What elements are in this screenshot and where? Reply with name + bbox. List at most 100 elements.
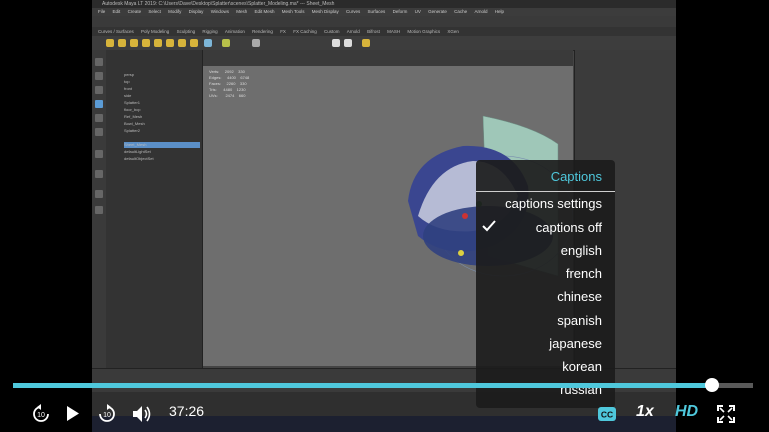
caption-language-spanish[interactable]: spanish — [557, 313, 602, 328]
outliner-item: side — [124, 93, 132, 98]
shelf-tool-icon — [118, 39, 126, 47]
outliner-item: defaultLightSet — [124, 149, 151, 154]
play-icon[interactable] — [66, 405, 80, 422]
caption-language-korean[interactable]: korean — [562, 359, 602, 374]
shelf-tool-icon — [344, 39, 352, 47]
shelf-tab: Rendering — [252, 29, 273, 34]
scale-tool-icon — [95, 128, 103, 136]
shelf-tool-icon — [130, 39, 138, 47]
shelf-tab: FX Caching — [293, 29, 317, 34]
cc-icon[interactable]: CC — [597, 406, 617, 422]
maya-menu-item: Create — [127, 9, 142, 14]
maya-menu-item: Edit Mesh — [254, 9, 275, 14]
shelf-tab: FX — [280, 29, 286, 34]
playback-speed-button[interactable]: 1x — [636, 403, 654, 421]
maya-title-bar: Autodesk Maya LT 2019: C:\Users\Dave\Des… — [92, 0, 676, 8]
shelf-tab: Animation — [224, 29, 245, 34]
shelf-tool-icon — [204, 39, 212, 47]
progress-handle[interactable] — [705, 378, 720, 392]
maya-menu-item: Mesh — [236, 9, 248, 14]
shelf-tool-icon — [166, 39, 174, 47]
paint-tool-icon — [95, 86, 103, 94]
shelf-tab: Motion Graphics — [407, 29, 441, 34]
shelf-tool-icon — [190, 39, 198, 47]
progress-bar-fill — [13, 383, 713, 388]
maya-menu-item: Mesh Tools — [281, 9, 305, 14]
shelf-tab: Custom — [324, 29, 340, 34]
shelf-tool-icon — [178, 39, 186, 47]
captions-menu: Captions captions settings captions off … — [476, 160, 615, 408]
captions-off-item[interactable]: captions off — [536, 220, 602, 235]
shelf-tab: XGen — [447, 29, 459, 34]
outliner-item: Ref_Mesh — [124, 114, 143, 119]
layout-icon — [95, 170, 103, 178]
forward-10-icon[interactable]: 10 — [97, 404, 117, 424]
shelf-tab: Curves / Surfaces — [98, 29, 134, 34]
caption-language-english[interactable]: english — [561, 243, 602, 258]
shelf-tab: Bifrost — [367, 29, 380, 34]
maya-menu-bar: File Edit Create Select Modify Display W… — [92, 8, 676, 16]
maya-menu-item: Deform — [392, 9, 408, 14]
rewind-10-icon[interactable]: 10 — [31, 404, 51, 424]
captions-menu-header: Captions — [476, 160, 615, 192]
caption-language-french[interactable]: french — [566, 266, 602, 281]
maya-menu-item: File — [98, 9, 106, 14]
rotate-tool-icon — [95, 114, 103, 122]
shelf-tool-icon — [332, 39, 340, 47]
maya-menu-item: Select — [148, 9, 161, 14]
maya-menu-item: Modify — [168, 9, 182, 14]
captions-settings-item[interactable]: captions settings — [505, 196, 602, 211]
volume-icon[interactable] — [132, 405, 152, 423]
shelf-tab: Poly Modeling — [141, 29, 170, 34]
maya-menu-item: Surfaces — [367, 9, 386, 14]
maya-menu-item: Help — [494, 9, 504, 14]
layout-icon — [95, 206, 103, 214]
svg-text:10: 10 — [37, 412, 45, 419]
outliner-item: Splatter1 — [124, 100, 141, 105]
shelf-tool-icon — [362, 39, 370, 47]
layout-icon — [95, 190, 103, 198]
outliner-item: front — [124, 86, 133, 91]
move-tool-icon — [95, 100, 103, 108]
shelf-tab: Rigging — [202, 29, 218, 34]
maya-menu-item: Windows — [210, 9, 229, 14]
captions-menu-title: Captions — [550, 169, 602, 184]
shelf-tool-icon — [142, 39, 150, 47]
caption-language-chinese[interactable]: chinese — [557, 289, 602, 304]
outliner-item: persp — [124, 72, 135, 77]
fullscreen-icon[interactable] — [717, 405, 735, 423]
select-tool-icon — [95, 58, 103, 66]
svg-text:10: 10 — [103, 412, 111, 419]
outliner-item: defaultObjectSet — [124, 156, 154, 161]
maya-toolbox — [92, 50, 106, 420]
maya-outliner: persp top front side Splatter1 floor_bcp… — [106, 50, 203, 420]
layout-icon — [95, 150, 103, 158]
current-time: 37:26 — [169, 403, 205, 419]
outliner-item: floor_bcp — [124, 107, 141, 112]
svg-text:CC: CC — [601, 410, 613, 420]
lasso-tool-icon — [95, 72, 103, 80]
caption-language-japanese[interactable]: japanese — [549, 336, 602, 351]
maya-menu-item: Arnold — [474, 9, 488, 14]
outliner-item: Bowl_Mesh — [124, 121, 145, 126]
outliner-item: top — [124, 79, 130, 84]
viewport-toolbar — [203, 50, 573, 66]
maya-shelf-tabs: Curves / Surfaces Poly Modeling Sculptin… — [92, 27, 676, 36]
maya-menu-item: Edit — [112, 9, 121, 14]
shelf-tool-icon — [154, 39, 162, 47]
shelf-tool-icon — [252, 39, 260, 47]
outliner-item: Sheet_Mesh — [124, 142, 200, 148]
manipulator-red — [462, 213, 468, 219]
shelf-tool-icon — [106, 39, 114, 47]
maya-menu-item: Display — [188, 9, 204, 14]
quality-button[interactable]: HD — [675, 403, 698, 421]
shelf-tool-icon — [222, 39, 230, 47]
shelf-tab: MASH — [387, 29, 401, 34]
maya-menu-item: Cache — [454, 9, 468, 14]
maya-menu-item: Curves — [346, 9, 361, 14]
shelf-tab: Arnold — [346, 29, 360, 34]
manipulator-yellow — [458, 250, 464, 256]
maya-menu-item: UV — [414, 9, 421, 14]
maya-menu-item: Generate — [428, 9, 447, 14]
maya-menu-item: Mesh Display — [311, 9, 339, 14]
